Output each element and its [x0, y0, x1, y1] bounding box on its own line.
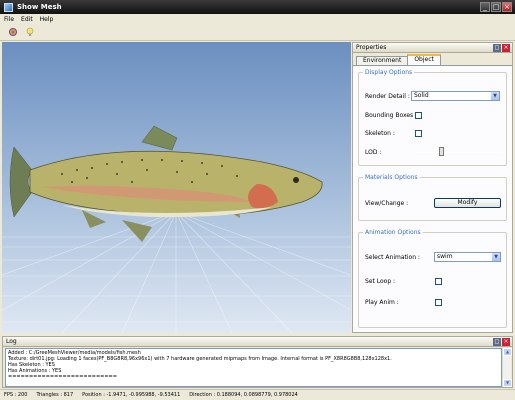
view-change-label: View/Change : — [365, 200, 409, 207]
materials-options-group: Materials Options View/Change : Modify — [358, 174, 507, 221]
status-fps: FPS : 200 — [4, 392, 28, 398]
camera-icon[interactable] — [7, 27, 18, 38]
window-title: Show Mesh — [17, 3, 62, 11]
lod-label: LOD : — [365, 149, 382, 156]
properties-float-button[interactable]: ◻ — [493, 44, 501, 52]
3d-viewport[interactable] — [2, 42, 351, 333]
menu-help[interactable]: Help — [40, 16, 54, 23]
animation-options-group: Animation Options Select Animation : swi… — [358, 229, 507, 328]
modify-button[interactable]: Modify — [434, 198, 501, 208]
play-anim-label: Play Anim : — [365, 299, 399, 306]
log-float-button[interactable]: ◻ — [493, 338, 501, 346]
animation-options-legend: Animation Options — [363, 229, 423, 236]
play-anim-checkbox[interactable] — [435, 299, 442, 306]
status-bar: FPS : 200 Triangles : 817 Position : -1.… — [0, 389, 515, 400]
properties-header: Properties ◻ × — [353, 43, 512, 53]
log-text-area[interactable]: Added : C:/GreeMeshViewer/media/models/f… — [5, 348, 502, 387]
menu-edit[interactable]: Edit — [21, 16, 33, 23]
lod-slider[interactable] — [415, 152, 501, 153]
floor-grid — [2, 211, 351, 333]
scene — [2, 125, 351, 333]
properties-title: Properties — [356, 44, 387, 51]
render-detail-select[interactable]: Solid ▼ — [411, 91, 500, 101]
materials-options-legend: Materials Options — [363, 174, 420, 181]
log-close-button[interactable]: × — [502, 338, 510, 346]
lightbulb-icon[interactable] — [24, 27, 35, 38]
render-detail-value: Solid — [414, 92, 429, 99]
set-loop-label: Set Loop : — [365, 278, 396, 285]
chevron-down-icon: ▼ — [491, 92, 499, 100]
fish-model — [9, 125, 323, 242]
close-button[interactable]: × — [502, 2, 512, 12]
app-icon — [4, 2, 13, 12]
bounding-boxes-checkbox[interactable] — [415, 112, 422, 119]
status-direction: Direction : 0.188094, 0.0898779, 0.97802… — [189, 392, 298, 398]
chevron-down-icon: ▼ — [492, 253, 500, 261]
menu-bar: File Edit Help — [0, 14, 515, 24]
status-position: Position : -1.9471, -0.995988, -9.53411 — [82, 392, 181, 398]
scroll-down-icon[interactable]: ▼ — [503, 379, 512, 387]
lod-slider-thumb[interactable] — [439, 147, 445, 156]
animation-select[interactable]: swim ▼ — [434, 252, 501, 262]
maximize-button[interactable]: □ — [491, 2, 501, 12]
properties-panel: Properties ◻ × Environment Object Displa… — [352, 42, 513, 333]
display-options-legend: Display Options — [363, 69, 415, 76]
log-title: Log — [6, 338, 17, 345]
log-header: Log ◻ × — [3, 337, 512, 347]
scroll-up-icon[interactable]: ▲ — [503, 348, 512, 356]
object-tab-body: Display Options Render Detail : Solid ▼ … — [353, 66, 512, 332]
log-panel: Log ◻ × Added : C:/GreeMeshViewer/media/… — [2, 336, 513, 388]
skeleton-label: Skeleton : — [365, 130, 395, 137]
tab-object[interactable]: Object — [407, 54, 441, 65]
log-scrollbar[interactable]: ▲ ▼ — [502, 348, 512, 387]
menu-file[interactable]: File — [4, 16, 14, 23]
display-options-group: Display Options Render Detail : Solid ▼ … — [358, 69, 507, 166]
tab-environment[interactable]: Environment — [356, 56, 409, 65]
bounding-boxes-label: Bounding Boxes : — [365, 112, 418, 119]
properties-tabs: Environment Object — [353, 54, 512, 66]
properties-close-button[interactable]: × — [502, 44, 510, 52]
title-bar: Show Mesh _ □ × — [0, 0, 515, 14]
log-line: ========================== — [8, 374, 117, 380]
minimize-button[interactable]: _ — [480, 2, 490, 12]
animation-select-value: swim — [437, 253, 453, 260]
skeleton-checkbox[interactable] — [415, 130, 422, 137]
render-detail-label: Render Detail : — [365, 93, 410, 100]
status-triangles: Triangles : 817 — [36, 392, 74, 398]
set-loop-checkbox[interactable] — [435, 278, 442, 285]
select-animation-label: Select Animation : — [365, 254, 420, 261]
toolbar — [0, 24, 515, 41]
